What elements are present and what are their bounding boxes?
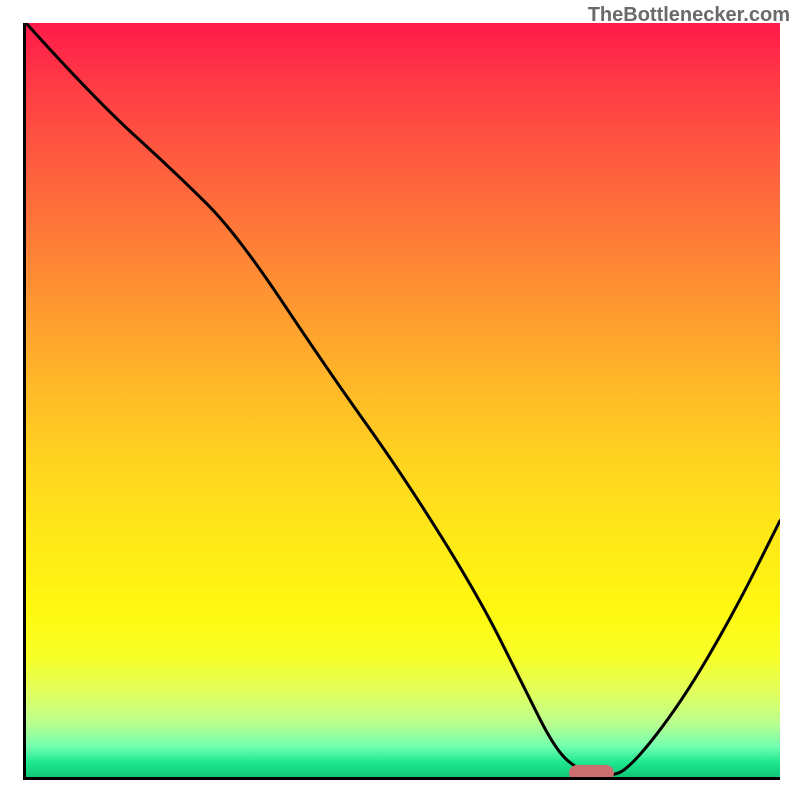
bottleneck-curve-path <box>26 23 780 775</box>
watermark-text: TheBottlenecker.com <box>588 4 790 27</box>
chart-plot-area <box>23 23 780 780</box>
chart-curve-svg <box>26 23 780 777</box>
optimal-range-marker <box>569 765 614 780</box>
